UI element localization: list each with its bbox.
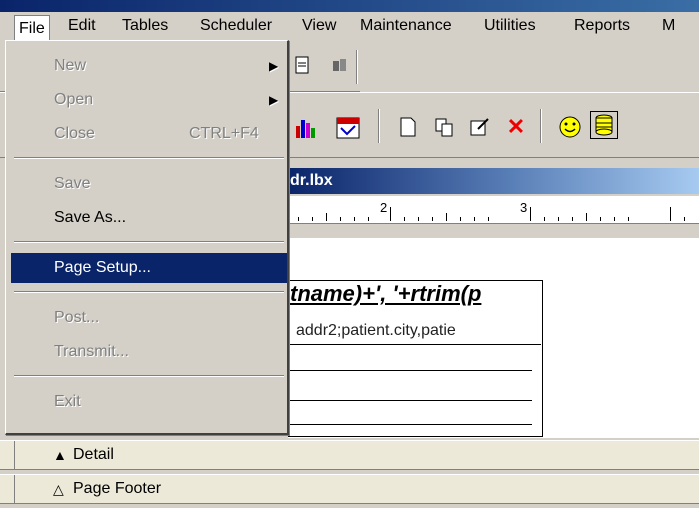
window-title-bar [0,0,699,12]
menu-item-post[interactable]: Post... [11,303,287,333]
submenu-arrow-icon: ▶ [269,93,279,107]
field-line [288,370,532,371]
field-line [288,400,532,401]
ruler-mark: 3 [520,200,528,215]
smiley-icon[interactable] [556,113,584,141]
menu-item-transmit[interactable]: Transmit... [11,337,287,367]
menu-edit[interactable]: Edit [68,17,96,35]
menu-separator [14,241,284,243]
document-title-bar[interactable]: dr.lbx [288,168,699,194]
menu-item-close[interactable]: Close CTRL+F4 [11,119,287,149]
copy-icon[interactable] [430,113,458,141]
toolbar-separator [356,50,358,84]
toolbar-separator [378,109,380,143]
submenu-arrow-icon: ▶ [269,59,279,73]
menu-item-save[interactable]: Save [11,169,287,199]
calendar-icon[interactable] [334,113,362,141]
menu-maintenance[interactable]: Maintenance [360,17,452,35]
menu-item-new[interactable]: New ▶ [11,51,287,81]
menu-item-open[interactable]: Open ▶ [11,85,287,115]
field-divider [288,344,541,345]
page-footer-band[interactable]: △ Page Footer [0,474,699,504]
menu-file[interactable]: File [14,15,50,42]
detail-band-label: Detail [73,446,114,463]
page-footer-band-label: Page Footer [73,480,162,497]
menu-separator [14,157,284,159]
menu-separator [14,375,284,377]
new-page-icon[interactable] [394,113,422,141]
horizontal-ruler: 2 3 [288,196,699,224]
ruler-mark: 2 [380,200,388,215]
close-shortcut: CTRL+F4 [189,125,259,142]
menu-item-page-setup[interactable]: Page Setup... [11,253,287,283]
detail-band[interactable]: ▲ Detail [0,440,699,470]
menu-utilities[interactable]: Utilities [484,17,536,35]
triangle-up-filled-icon: ▲ [53,447,67,463]
print-preview-icon[interactable] [290,52,318,80]
file-menu-dropdown: New ▶ Open ▶ Close CTRL+F4 Save Save As.… [5,40,289,435]
menu-tables[interactable]: Tables [122,17,168,35]
menu-bar: File Edit Tables Scheduler View Maintena… [0,12,699,42]
name-expression-field[interactable]: tname)+', '+rtrim(p [290,281,481,307]
delete-icon[interactable]: ✕ [502,113,530,141]
toolbar-separator [540,109,542,143]
menu-item-save-as[interactable]: Save As... [11,203,287,233]
menu-view[interactable]: View [302,17,336,35]
menu-separator [14,291,284,293]
menu-more[interactable]: M [662,17,675,35]
database-icon[interactable] [590,111,618,139]
menu-reports[interactable]: Reports [574,17,630,35]
address-field[interactable]: addr2;patient.city,patie [296,322,456,340]
menu-scheduler[interactable]: Scheduler [200,17,272,35]
chart-icon[interactable] [292,113,320,141]
edit-icon[interactable] [466,113,494,141]
menu-item-exit[interactable]: Exit [11,387,287,417]
triangle-up-outline-icon: △ [53,481,64,497]
tools-icon[interactable] [326,52,354,80]
field-line [288,424,532,425]
